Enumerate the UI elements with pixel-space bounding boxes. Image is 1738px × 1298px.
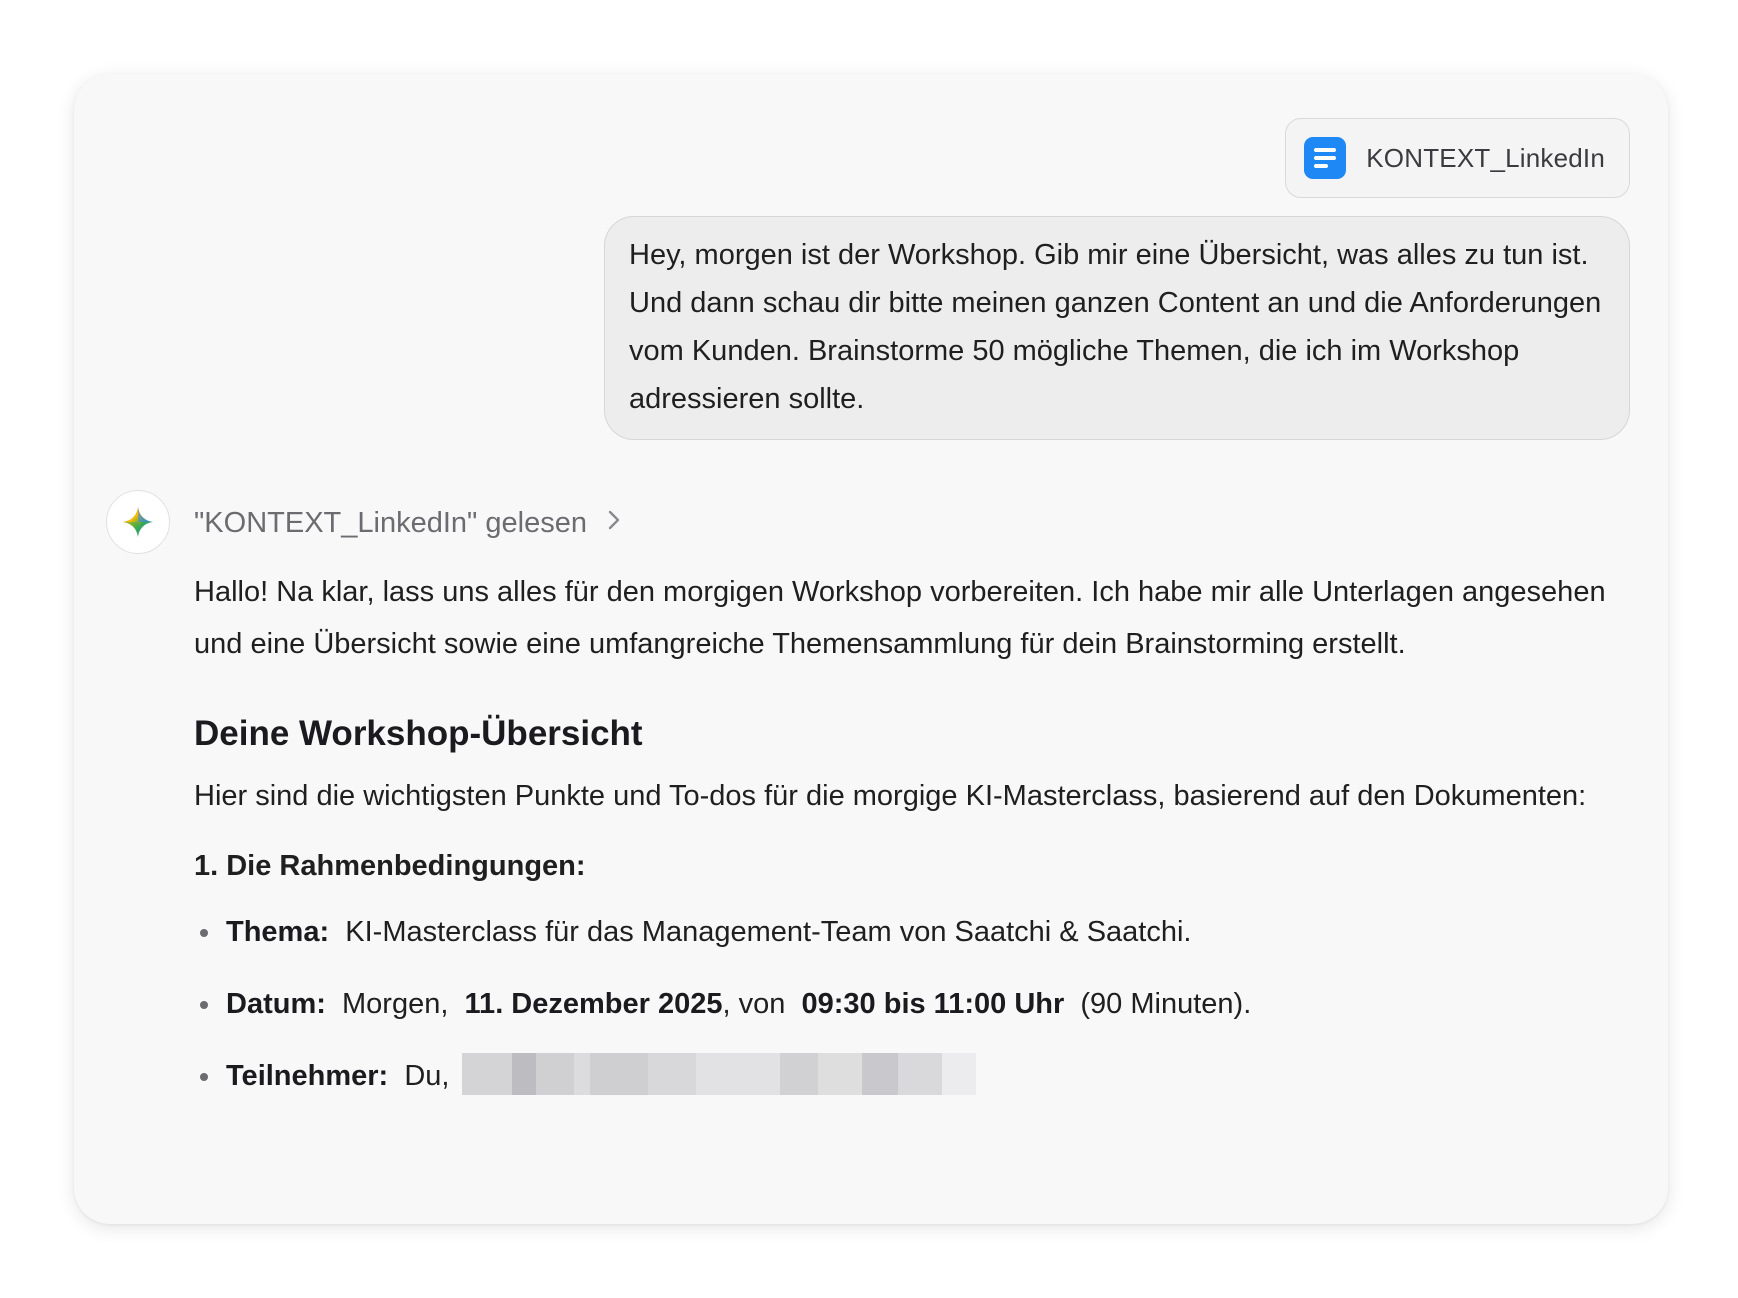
list-item: Thema: KI-Masterclass für das Management… xyxy=(194,908,1614,956)
document-icon xyxy=(1304,137,1347,179)
section-title: 1. Die Rahmenbedingungen: xyxy=(194,850,586,882)
list-item: Datum: Morgen, 11. Dezember 2025, von 09… xyxy=(194,980,1614,1028)
teilnehmer-text: Du, xyxy=(404,1060,450,1092)
user-message-bubble: Hey, morgen ist der Workshop. Gib mir ei… xyxy=(604,216,1630,440)
datum-time: 09:30 bis 11:00 Uhr xyxy=(801,988,1065,1020)
assistant-response: Hallo! Na klar, lass uns alles für den m… xyxy=(194,566,1614,1124)
attachment-file-name: KONTEXT_LinkedIn xyxy=(1366,142,1605,173)
datum-pre: Morgen, xyxy=(342,988,449,1020)
response-heading: Deine Workshop-Übersicht xyxy=(194,714,643,753)
teilnehmer-label: Teilnehmer: xyxy=(226,1060,389,1092)
response-heading-intro: Hier sind die wichtigsten Punkte und To-… xyxy=(194,780,1587,812)
redacted-participants xyxy=(461,1053,976,1095)
attachment-chip[interactable]: KONTEXT_LinkedIn xyxy=(1285,118,1630,198)
file-read-status[interactable]: "KONTEXT_LinkedIn" gelesen xyxy=(194,500,621,546)
user-message-text: Hey, morgen ist der Workshop. Gib mir ei… xyxy=(629,239,1602,415)
response-intro: Hallo! Na klar, lass uns alles für den m… xyxy=(194,576,1606,660)
file-read-status-label: "KONTEXT_LinkedIn" gelesen xyxy=(194,506,587,539)
sparkle-icon xyxy=(123,507,153,537)
assistant-avatar xyxy=(106,490,170,554)
datum-post: (90 Minuten). xyxy=(1080,988,1252,1020)
datum-mid: , von xyxy=(722,988,786,1020)
thema-text: KI-Masterclass für das Management-Team v… xyxy=(345,916,1192,948)
datum-label: Datum: xyxy=(226,988,326,1020)
list-item: Teilnehmer: Du, xyxy=(194,1052,1614,1100)
chat-panel: KONTEXT_LinkedIn Hey, morgen ist der Wor… xyxy=(74,74,1668,1224)
thema-label: Thema: xyxy=(226,916,330,948)
chevron-right-icon xyxy=(607,509,621,538)
conditions-list: Thema: KI-Masterclass für das Management… xyxy=(194,908,1614,1100)
datum-date: 11. Dezember 2025 xyxy=(464,988,723,1020)
